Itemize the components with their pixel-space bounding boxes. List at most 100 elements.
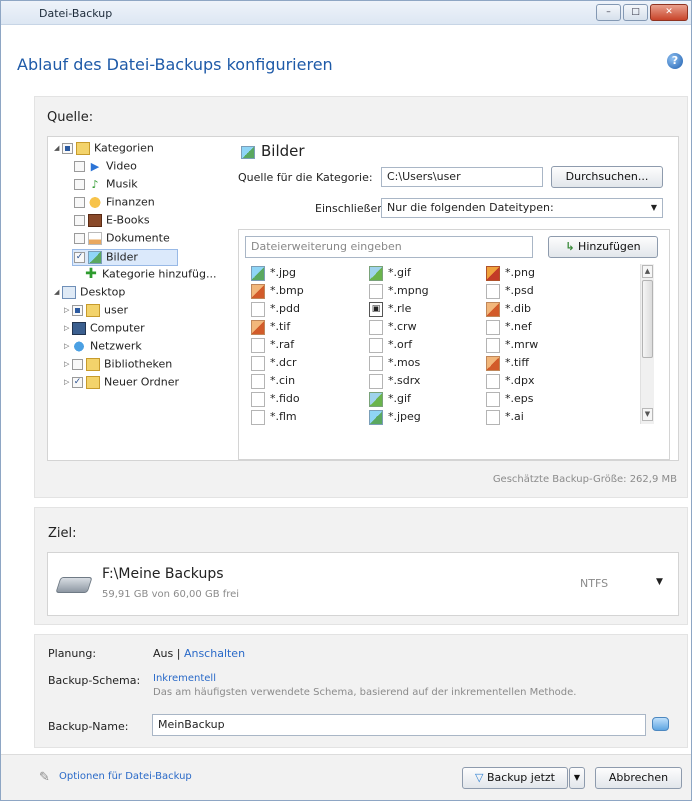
- file-type-item[interactable]: *.mos: [369, 355, 481, 373]
- file-type-item[interactable]: *.pdd: [251, 301, 363, 319]
- close-button[interactable]: ✕: [650, 4, 688, 21]
- checkbox[interactable]: [74, 196, 85, 208]
- file-type-item[interactable]: *.jpg: [251, 265, 363, 283]
- tree-item-dokumente[interactable]: Dokumente: [74, 231, 170, 248]
- checkbox[interactable]: [72, 304, 83, 316]
- blank-file-icon: [369, 283, 383, 299]
- blank-file-icon: [251, 301, 265, 317]
- file-type-item[interactable]: *.eps: [486, 391, 598, 409]
- cancel-button[interactable]: Abbrechen: [595, 767, 682, 789]
- file-type-item[interactable]: *.mrw: [486, 337, 598, 355]
- file-type-item[interactable]: *.dpx: [486, 373, 598, 391]
- collapse-arrow-icon[interactable]: ▷: [64, 360, 72, 368]
- document-icon: [88, 231, 102, 245]
- checkbox[interactable]: [74, 178, 85, 190]
- scheme-link[interactable]: Inkrementell: [153, 673, 216, 684]
- collapse-arrow-icon[interactable]: ▷: [64, 324, 72, 332]
- checkbox[interactable]: [74, 160, 85, 172]
- chevron-down-icon[interactable]: ▼: [656, 577, 663, 587]
- comment-icon[interactable]: [652, 717, 669, 731]
- file-type-item[interactable]: *.flm: [251, 409, 363, 427]
- tree-label: Dokumente: [106, 231, 170, 245]
- file-type-item[interactable]: *.fido: [251, 391, 363, 409]
- expand-arrow-icon[interactable]: ◢: [54, 144, 62, 152]
- file-type-item[interactable]: *.gif: [369, 265, 481, 283]
- file-types-scrollbar[interactable]: ▲ ▼: [640, 264, 654, 424]
- tree-item-user[interactable]: ▷ user: [64, 303, 128, 320]
- checkbox[interactable]: [74, 232, 85, 244]
- browse-button[interactable]: Durchsuchen...: [551, 166, 663, 188]
- file-types-box: Dateierweiterung eingeben ↳ Hinzufügen *…: [238, 229, 670, 460]
- scroll-up-icon[interactable]: ▲: [642, 265, 653, 278]
- tree-item-neuer-ordner[interactable]: ▷ ✓ Neuer Ordner: [64, 375, 179, 392]
- tree-item-computer[interactable]: ▷ Computer: [64, 321, 145, 338]
- collapse-arrow-icon[interactable]: ▷: [64, 306, 72, 314]
- file-type-item[interactable]: *.ai: [486, 409, 598, 427]
- minimize-button[interactable]: –: [596, 4, 621, 21]
- checkbox-checked[interactable]: ✓: [72, 376, 83, 388]
- maximize-button[interactable]: □: [623, 4, 648, 21]
- plus-icon: ✚: [85, 265, 97, 282]
- scroll-thumb[interactable]: [642, 280, 653, 358]
- add-button-label: Hinzufügen: [578, 240, 641, 253]
- tree-label: Video: [106, 159, 137, 173]
- backup-now-button[interactable]: ▽ Backup jetzt: [462, 767, 568, 789]
- include-select[interactable]: Nur die folgenden Dateitypen: ▼: [381, 198, 663, 218]
- file-type-item[interactable]: *.tif: [251, 319, 363, 337]
- options-link[interactable]: Optionen für Datei-Backup: [59, 771, 192, 782]
- file-type-item[interactable]: *.psd: [486, 283, 598, 301]
- tree-item-bilder[interactable]: ✓ Bilder: [72, 249, 178, 266]
- schedule-on-link[interactable]: Anschalten: [184, 647, 245, 660]
- tree-item-ebooks[interactable]: E-Books: [74, 213, 150, 230]
- file-type-item[interactable]: *.raf: [251, 337, 363, 355]
- file-type-item[interactable]: *.bmp: [251, 283, 363, 301]
- help-icon[interactable]: ?: [667, 53, 683, 69]
- collapse-arrow-icon[interactable]: ▷: [64, 378, 72, 386]
- file-type-item[interactable]: *.png: [486, 265, 598, 283]
- file-type-item[interactable]: *.dcr: [251, 355, 363, 373]
- file-type-label: *.nef: [505, 320, 532, 333]
- source-path-field[interactable]: C:\Users\user: [381, 167, 543, 187]
- file-type-item[interactable]: *.gif: [369, 391, 481, 409]
- scheme-label: Backup-Schema:: [48, 674, 141, 687]
- blank-file-icon: [251, 391, 265, 407]
- file-type-item[interactable]: *.nef: [486, 319, 598, 337]
- checkbox[interactable]: [72, 358, 83, 370]
- tree-item-desktop[interactable]: ◢ Desktop: [54, 285, 125, 302]
- tree-item-bibliotheken[interactable]: ▷ Bibliotheken: [64, 357, 172, 374]
- dialog-window: Datei-Backup – □ ✕ Ablauf des Datei-Back…: [0, 0, 692, 801]
- tree-item-add-category[interactable]: ✚ Kategorie hinzufüg...: [84, 267, 216, 284]
- tree-item-finanzen[interactable]: Finanzen: [74, 195, 155, 212]
- target-panel: Ziel: F:\Meine Backups 59,91 GB von 60,0…: [34, 507, 688, 625]
- file-type-item[interactable]: *.crw: [369, 319, 481, 337]
- file-type-item[interactable]: *.orf: [369, 337, 481, 355]
- tree-item-netzwerk[interactable]: ▷ Netzwerk: [64, 339, 142, 356]
- file-type-item[interactable]: *.dib: [486, 301, 598, 319]
- wrench-icon: ✎: [39, 770, 50, 785]
- checkbox-checked[interactable]: ✓: [74, 251, 85, 263]
- checkbox[interactable]: [74, 214, 85, 226]
- expand-arrow-icon[interactable]: ◢: [54, 288, 62, 296]
- add-button[interactable]: ↳ Hinzufügen: [548, 236, 658, 258]
- target-selector[interactable]: F:\Meine Backups 59,91 GB von 60,00 GB f…: [47, 552, 679, 616]
- extension-input[interactable]: Dateierweiterung eingeben: [245, 236, 533, 258]
- file-type-label: *.sdrx: [388, 374, 421, 387]
- tree-item-video[interactable]: ▶ Video: [74, 159, 137, 176]
- backup-name-input[interactable]: MeinBackup: [152, 714, 646, 736]
- target-path: F:\Meine Backups: [102, 566, 224, 582]
- backup-options-dropdown[interactable]: ▼: [569, 767, 585, 789]
- add-filter-icon: ↳: [565, 240, 575, 253]
- file-type-item[interactable]: *.cin: [251, 373, 363, 391]
- tree-item-musik[interactable]: ♪ Musik: [74, 177, 138, 194]
- tree-item-kategorien[interactable]: ◢ Kategorien: [54, 141, 154, 158]
- collapse-arrow-icon[interactable]: ▷: [64, 342, 72, 350]
- checkbox[interactable]: [62, 142, 73, 154]
- blank-file-icon: [486, 373, 500, 389]
- source-panel: Quelle: ◢ Kategorien ▶ Video ♪ Musik Finanz…: [34, 96, 688, 498]
- file-type-item[interactable]: ▣ *.rle: [369, 301, 481, 319]
- file-type-item[interactable]: *.tiff: [486, 355, 598, 373]
- file-type-item[interactable]: *.jpeg: [369, 409, 481, 427]
- file-type-item[interactable]: *.sdrx: [369, 373, 481, 391]
- file-type-item[interactable]: *.mpng: [369, 283, 481, 301]
- scroll-down-icon[interactable]: ▼: [642, 408, 653, 421]
